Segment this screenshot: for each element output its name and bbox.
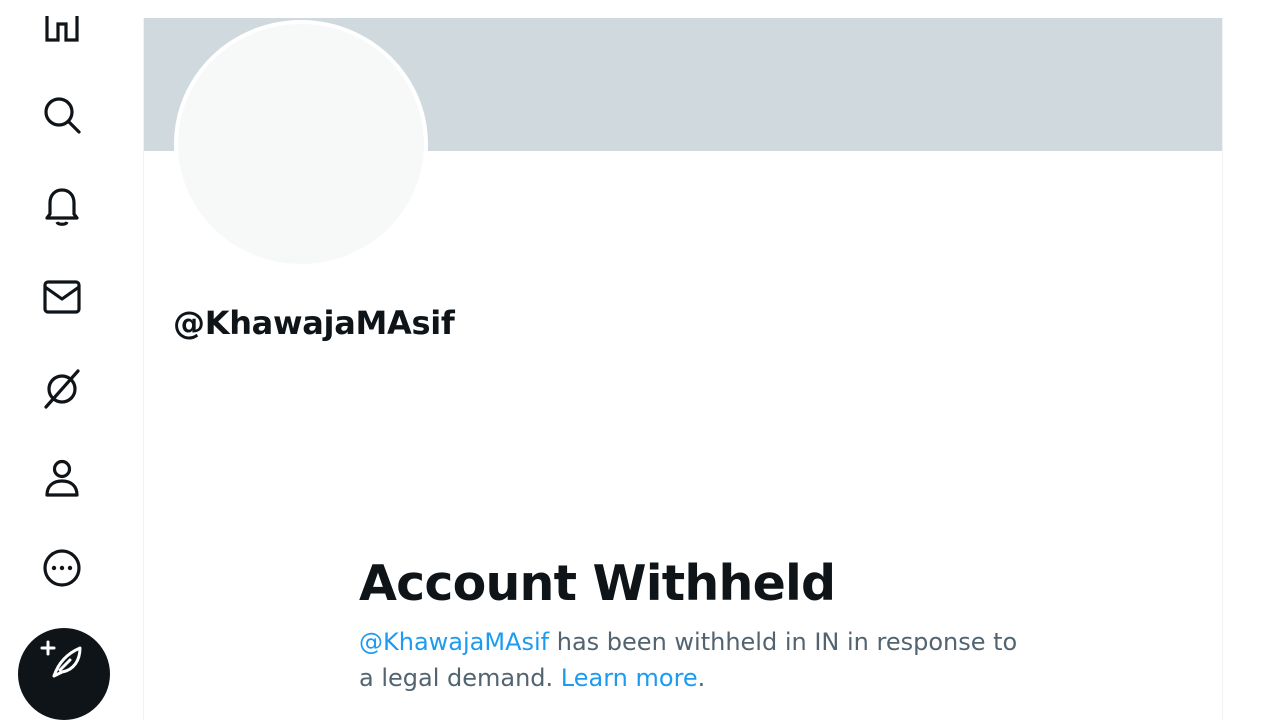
- more-circle-icon: [43, 549, 81, 587]
- withheld-period: .: [697, 664, 706, 692]
- nav-messages[interactable]: [36, 271, 88, 323]
- withheld-notice: Account Withheld @KhawajaMAsif has been …: [359, 554, 1059, 696]
- avatar: [174, 20, 428, 268]
- learn-more-link[interactable]: Learn more: [561, 664, 698, 692]
- nav-explore[interactable]: [36, 89, 88, 141]
- slash-circle-icon: [44, 369, 80, 409]
- nav-profile[interactable]: [36, 452, 88, 504]
- nav-grok[interactable]: [36, 362, 88, 414]
- profile-column: @KhawajaMAsif Account Withheld @KhawajaM…: [143, 18, 1223, 720]
- search-icon: [44, 97, 81, 134]
- bell-icon: [45, 188, 79, 226]
- person-icon: [45, 459, 79, 497]
- profile-page: @KhawajaMAsif Account Withheld @KhawajaM…: [0, 0, 1280, 720]
- feather-plus-icon: [40, 640, 82, 678]
- side-navigation: [0, 0, 126, 720]
- nav-more[interactable]: [36, 542, 88, 594]
- nav-notifications[interactable]: [36, 180, 88, 232]
- withheld-message: @KhawajaMAsif has been withheld in IN in…: [359, 624, 1019, 696]
- home-icon: [45, 16, 79, 42]
- handle-link[interactable]: @KhawajaMAsif: [359, 628, 549, 656]
- withheld-title: Account Withheld: [359, 555, 836, 612]
- post-button[interactable]: [18, 628, 110, 720]
- profile-handle: @KhawajaMAsif: [173, 304, 455, 342]
- envelope-icon: [43, 280, 81, 314]
- nav-home[interactable]: [36, 8, 88, 60]
